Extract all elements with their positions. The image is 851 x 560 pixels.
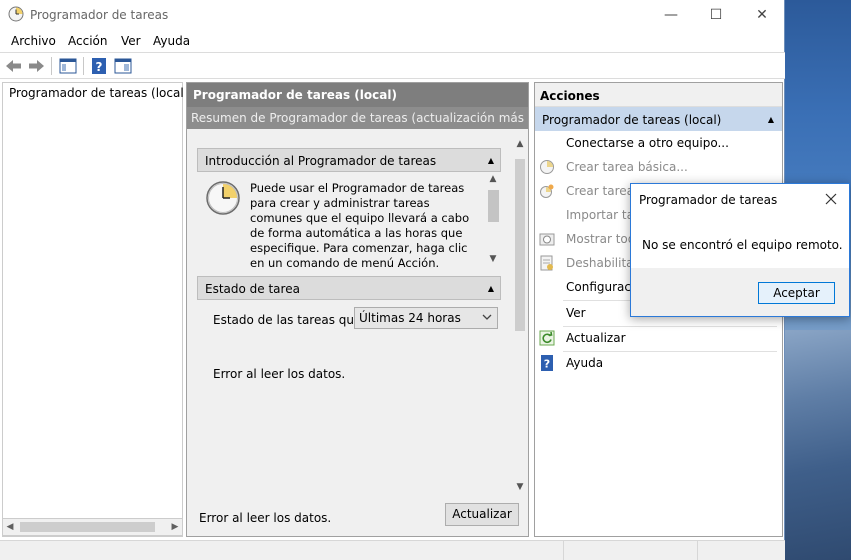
action-help[interactable]: ? Ayuda [539,353,779,373]
task-status-header[interactable]: Estado de tarea ▲ [197,276,501,300]
close-button[interactable]: ✕ [739,0,785,30]
action-label: Crear tarea básica... [566,160,688,174]
help-icon: ? [541,355,553,371]
intro-section-body: Puede usar el Programador de tareas para… [197,172,501,269]
actions-header: Acciones [535,83,782,107]
status-bar [0,540,785,560]
tree-item-label: Programador de tareas (local [9,86,183,100]
scroll-left-icon[interactable]: ◀ [3,520,17,534]
blank-icon [539,207,555,223]
show-running-tasks-icon [539,233,555,246]
menu-accion[interactable]: Acción [68,34,107,48]
refresh-button[interactable]: Actualizar [445,503,519,526]
help-icon[interactable]: ? [89,56,109,76]
title-bar: Programador de tareas — ☐ ✕ [0,0,784,30]
footer-error-text: Error al leer los datos. [199,511,332,525]
intro-scrollbar[interactable]: ▲ ▼ [485,172,501,269]
menu-ayuda[interactable]: Ayuda [153,34,190,48]
time-range-select[interactable]: Últimas 24 horas [354,307,498,329]
minimize-button[interactable]: — [648,0,694,30]
scroll-up-icon[interactable]: ▲ [513,139,527,151]
scroll-right-icon[interactable]: ▶ [168,520,182,534]
dialog-footer: Aceptar [631,268,849,316]
actions-divider [563,351,777,352]
menu-bar: Archivo Acción Ver Ayuda [0,30,784,52]
close-icon[interactable] [825,193,837,205]
scroll-down-icon[interactable]: ▼ [513,482,527,494]
scroll-thumb[interactable] [20,522,155,532]
action-label: Conectarse a otro equipo... [566,136,729,150]
svg-text:?: ? [544,358,550,371]
show-hide-tree-icon[interactable] [58,56,78,76]
scroll-down-icon[interactable]: ▼ [487,254,499,264]
intro-section-title: Introducción al Programador de tareas [205,154,437,168]
action-label: Ayuda [566,356,604,370]
action-label: Deshabilitar [566,256,639,270]
svg-text:?: ? [96,60,103,74]
collapse-up-icon[interactable]: ▲ [488,156,494,165]
intro-section: Introducción al Programador de tareas ▲ … [197,148,501,269]
action-refresh[interactable]: Actualizar [539,328,779,348]
status-segment [563,541,564,560]
tree-item-scheduler-local[interactable]: Programador de tareas (local [5,84,183,102]
tree-horizontal-scrollbar[interactable]: ◀ ▶ [2,518,183,536]
scroll-thumb[interactable] [515,159,525,331]
summary-body: Introducción al Programador de tareas ▲ … [187,129,528,495]
task-status-error: Error al leer los datos. [213,367,346,381]
blank-icon [539,279,555,295]
chevron-down-icon [482,314,492,320]
error-dialog: Programador de tareas No se encontró el … [630,183,850,317]
refresh-icon [539,330,555,346]
dialog-message: No se encontró el equipo remoto. [642,238,843,252]
clock-icon [8,6,24,22]
scroll-thumb[interactable] [488,190,499,222]
summary-subheader: Resumen de Programador de tareas (actual… [187,107,528,129]
actions-divider [563,326,777,327]
toolbar: ? [0,52,785,79]
status-segment [697,541,698,560]
show-action-pane-icon[interactable] [113,56,133,76]
collapse-up-icon[interactable]: ▲ [768,115,774,124]
scheduler-clock-icon [206,181,240,215]
dialog-title: Programador de tareas [639,193,778,207]
maximize-button[interactable]: ☐ [693,0,739,30]
action-label: Actualizar [566,331,626,345]
menu-archivo[interactable]: Archivo [11,34,56,48]
scroll-up-icon[interactable]: ▲ [487,174,499,184]
summary-pane: Programador de tareas (local) Resumen de… [186,82,529,537]
window-title: Programador de tareas [30,8,169,22]
actions-group-title: Programador de tareas (local) [542,113,722,127]
action-connect[interactable]: Conectarse a otro equipo... [539,133,779,153]
task-status-section: Estado de tarea ▲ Estado de las tareas q… [197,276,501,476]
create-task-icon [540,184,554,198]
blank-icon [539,305,555,321]
create-basic-task-icon [540,160,554,174]
back-arrow-icon[interactable] [4,56,24,76]
intro-section-header[interactable]: Introducción al Programador de tareas ▲ [197,148,501,172]
desktop-mountain [783,330,851,560]
collapse-up-icon[interactable]: ▲ [488,284,494,293]
summary-header: Programador de tareas (local) [187,83,528,107]
intro-text: Puede usar el Programador de tareas para… [250,181,470,269]
time-range-value: Últimas 24 horas [359,311,461,325]
summary-footer: Error al leer los datos. Actualizar [187,495,528,536]
navigation-tree: Programador de tareas (local [2,82,183,537]
actions-group-header[interactable]: Programador de tareas (local) ▲ [535,107,782,131]
forward-arrow-icon[interactable] [26,56,46,76]
menu-ver[interactable]: Ver [121,34,141,48]
blank-icon [539,135,555,151]
action-label: Importar tar [566,208,639,222]
action-label: Ver [566,306,586,320]
action-create-basic-task[interactable]: Crear tarea básica... [539,157,779,177]
disable-history-icon [540,255,553,271]
accept-button[interactable]: Aceptar [758,282,835,304]
task-status-title: Estado de tarea [205,282,300,296]
task-status-label: Estado de las tareas qu... [213,313,366,327]
summary-vertical-scrollbar[interactable]: ▲ ▼ [513,137,527,492]
